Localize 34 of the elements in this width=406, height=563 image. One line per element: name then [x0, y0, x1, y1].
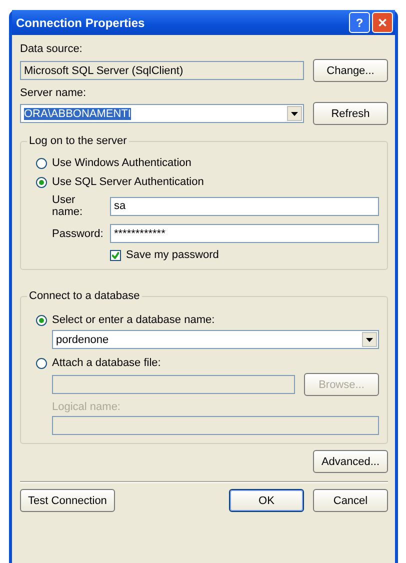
window-title: Connection Properties	[16, 16, 145, 30]
checkbox-label: Save my password	[126, 249, 219, 261]
dialog-button[interactable]: OK	[229, 489, 304, 512]
refresh-button[interactable]: Refresh	[313, 102, 388, 125]
server-name-combo[interactable]: ORA\ABBONAMENTI	[20, 104, 304, 123]
change-button[interactable]: Change...	[313, 59, 388, 82]
dialog-button[interactable]: Test Connection	[20, 489, 115, 512]
database-name-combo[interactable]: pordenone	[52, 330, 379, 349]
field-label: Logical name:	[52, 401, 122, 413]
caret-icon	[291, 112, 298, 116]
field-label: User name:	[52, 194, 84, 218]
data-source-field: Microsoft SQL Server (SqlClient)	[20, 61, 304, 80]
field-label: Data source:	[20, 43, 84, 55]
radio-button[interactable]	[36, 314, 47, 326]
radio-button[interactable]	[36, 158, 47, 168]
user-name-field[interactable]: sa	[110, 196, 379, 216]
field-label: Server name:	[20, 87, 88, 99]
radio-label: Attach a database file:	[52, 357, 161, 369]
password-field[interactable]: ************	[110, 224, 379, 243]
group-title: Log on to the server	[28, 135, 128, 147]
logical-name-field[interactable]	[52, 416, 379, 435]
group-title: Connect to a database	[28, 290, 141, 302]
radio-label: Use SQL Server Authentication	[52, 176, 204, 188]
help-button[interactable]: ?	[349, 12, 370, 33]
radio-button[interactable]	[36, 176, 47, 188]
field-label: Password:	[52, 228, 104, 240]
dialog-button[interactable]: Cancel	[313, 489, 388, 512]
radio-label: Select or enter a database name:	[52, 314, 215, 326]
radio-label: Use Windows Authentication	[52, 157, 192, 169]
close-button[interactable]: ✕	[372, 12, 393, 33]
advanced-button[interactable]: Advanced...	[313, 450, 388, 473]
radio-button[interactable]	[36, 358, 47, 368]
caret-icon	[366, 338, 373, 342]
checkbox[interactable]	[110, 250, 121, 260]
